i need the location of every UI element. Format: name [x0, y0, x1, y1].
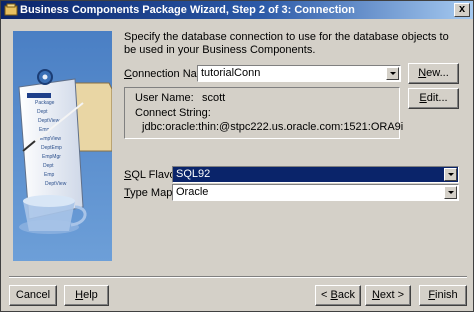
type-map-dropdown[interactable]: Oracle — [172, 184, 459, 201]
svg-text:EmpView: EmpView — [40, 136, 61, 142]
sql-flavor-dropdown[interactable]: SQL92 — [172, 166, 459, 183]
connect-string-value: jdbc:oracle:thin:@stpc222.us.oracle.com:… — [142, 121, 404, 133]
title-bar: Business Components Package Wizard, Step… — [1, 1, 473, 19]
sql-flavor-value: SQL92 — [174, 168, 213, 180]
finish-button[interactable]: Finish — [419, 285, 467, 306]
svg-text:EmpMgr: EmpMgr — [42, 154, 61, 160]
chevron-down-icon[interactable] — [444, 168, 457, 181]
footer-separator — [9, 276, 467, 278]
svg-text:Dept: Dept — [37, 109, 48, 115]
chevron-down-icon[interactable] — [386, 67, 399, 80]
window-title: Business Components Package Wizard, Step… — [20, 4, 355, 16]
svg-text:Emp: Emp — [44, 172, 55, 178]
user-name-value: scott — [202, 92, 226, 104]
connection-name-value: tutorialConn — [201, 67, 261, 79]
wizard-app-icon — [4, 3, 18, 16]
next-button[interactable]: Next > — [365, 285, 411, 306]
back-button[interactable]: < Back — [315, 285, 361, 306]
database-illustration-icon: Package Dept DeptView Emp EmpView DeptEm… — [13, 31, 113, 261]
svg-text:Package: Package — [35, 100, 55, 106]
chevron-down-icon[interactable] — [444, 186, 457, 199]
help-button[interactable]: Help — [64, 285, 109, 306]
cancel-button[interactable]: Cancel — [9, 285, 57, 306]
close-button[interactable]: x — [454, 3, 470, 17]
edit-connection-button[interactable]: Edit... — [408, 88, 459, 109]
close-icon: x — [458, 3, 466, 15]
wizard-illustration: Package Dept DeptView Emp EmpView DeptEm… — [13, 31, 113, 261]
connect-string-label: Connect String: — [135, 107, 211, 119]
connection-details-panel: User Name: scott Connect String: jdbc:or… — [124, 87, 404, 139]
wizard-window: Business Components Package Wizard, Step… — [0, 0, 474, 312]
connection-name-dropdown[interactable]: tutorialConn — [197, 65, 401, 82]
type-map-value: Oracle — [176, 186, 209, 198]
type-map-label: Type Map: — [124, 187, 176, 199]
user-name-label: User Name: — [135, 92, 194, 104]
svg-text:DeptView: DeptView — [45, 181, 67, 187]
svg-text:DeptEmp: DeptEmp — [41, 145, 62, 151]
instructions-text: Specify the database connection to use f… — [124, 31, 449, 56]
svg-text:Dept: Dept — [43, 163, 54, 169]
new-connection-button[interactable]: New... — [408, 63, 459, 84]
